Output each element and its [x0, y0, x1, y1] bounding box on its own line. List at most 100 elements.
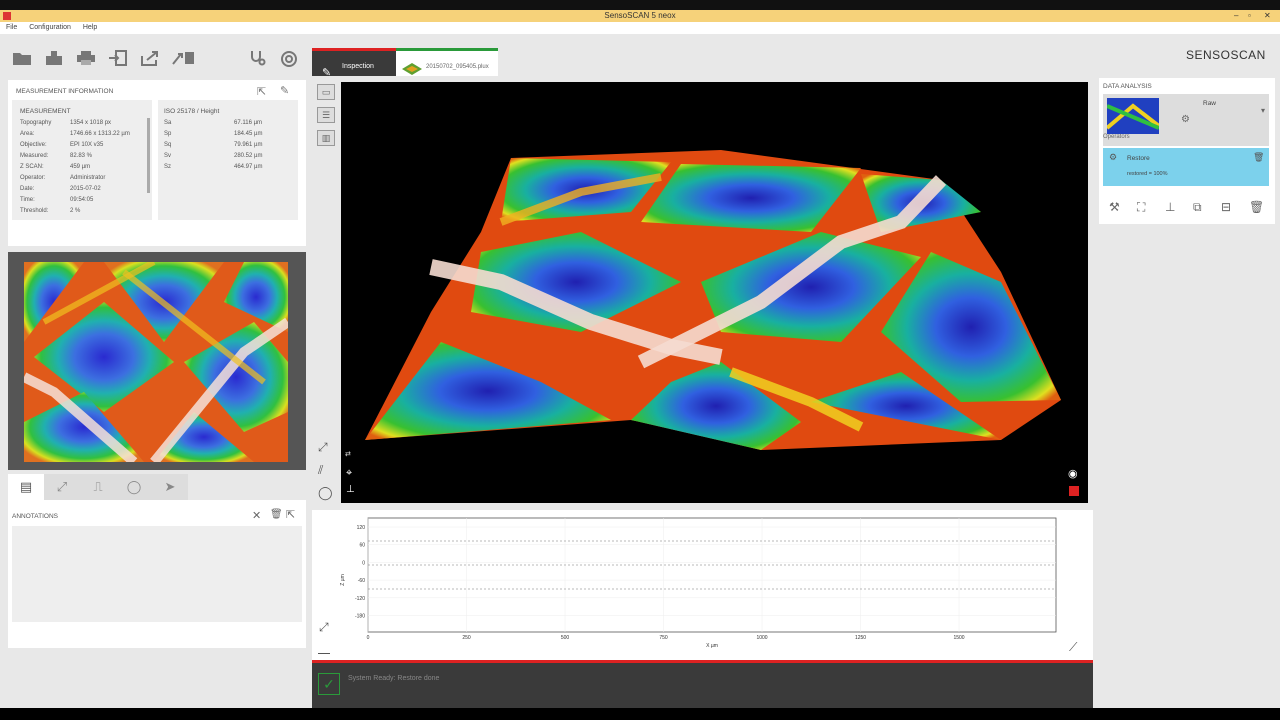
palette-icon[interactable]: ◉ — [1068, 467, 1078, 480]
annotations-title: ANNOTATIONS — [12, 513, 58, 520]
iso-row: Sv 280.52 µm — [164, 153, 263, 159]
crosshair-icon[interactable]: ⌖ — [346, 467, 352, 480]
mi-row: Measured: 82.83 % — [20, 153, 93, 159]
topography-2d-preview[interactable] — [24, 262, 288, 462]
profile-x-tick: 750 — [659, 635, 668, 641]
profile-x-tick: 500 — [561, 635, 570, 641]
profile-x-tick: 1250 — [855, 635, 866, 641]
menu-file[interactable]: File — [6, 24, 17, 31]
copy-layer-icon[interactable]: ⧉ — [1193, 200, 1202, 215]
mi-row: Time: 09:54:05 — [20, 197, 94, 203]
topography-preview-frame — [8, 252, 306, 470]
profile-y-tick: -60 — [358, 578, 365, 584]
restore-detail: restored = 100% — [1127, 171, 1168, 177]
iso-row: Sq 79.961 µm — [164, 142, 263, 148]
archive-icon[interactable]: ⊟ — [1221, 200, 1231, 214]
menu-configuration[interactable]: Configuration — [29, 24, 71, 31]
single-view-button[interactable]: ▭ — [317, 84, 335, 100]
restore-operator[interactable]: ⚙ Restore 🗑 restored = 100% — [1103, 148, 1269, 186]
profile-y-tick: 0 — [362, 560, 365, 566]
profile-tab-icon[interactable]: ⎍ — [80, 474, 116, 500]
measurement-info-title: MEASUREMENT INFORMATION — [16, 88, 114, 95]
stethoscope-icon[interactable] — [246, 50, 268, 68]
save-icon[interactable] — [43, 50, 65, 68]
raw-dataset-card[interactable]: Raw ⚙ ▾ Operators — [1103, 94, 1269, 146]
close-icon[interactable]: ✕ — [1264, 10, 1271, 22]
measurement-table: MEASUREMENT Topography 1354 x 1018 px Are… — [12, 100, 152, 220]
topography-3d-surface — [365, 150, 1061, 450]
axes-icon[interactable]: ⊥ — [346, 484, 355, 495]
split-view-button[interactable]: ☰ — [317, 107, 335, 123]
iso-row: Sz 464.97 µm — [164, 164, 263, 170]
annotations-panel: ANNOTATIONS ✕ 🗑 ⇱ — [8, 500, 306, 648]
raw-thumbnail — [1107, 98, 1159, 134]
circle-tool-icon[interactable]: ◯ — [318, 485, 333, 501]
data-analysis-panel: DATA ANALYSIS Raw ⚙ ▾ Operators ⚙ Restor… — [1099, 78, 1275, 224]
measure-distance-tab-icon[interactable]: ⤢ — [44, 474, 80, 500]
delete-restore-icon[interactable]: 🗑 — [1253, 152, 1264, 163]
tab-file[interactable]: 20150702_095405.plux — [396, 48, 498, 76]
profile-x-label: X µm — [706, 643, 718, 649]
window-titlebar: SensoSCAN 5 neox – ▫ ✕ — [0, 10, 1280, 22]
export-info-icon[interactable]: ⇱ — [257, 85, 266, 98]
minimize-icon[interactable]: – — [1234, 10, 1238, 22]
view-3d-2d-toggle-icon[interactable]: ⇄ — [345, 450, 351, 458]
mi-row: Threshold: 2 % — [20, 208, 81, 214]
delete-annotation-icon[interactable]: 🗑 — [270, 509, 283, 520]
clear-annotations-icon[interactable]: ✕ — [252, 509, 261, 522]
level-icon[interactable]: ⊥ — [1165, 200, 1175, 214]
menu-bar: File Configuration Help — [0, 22, 1280, 34]
profile-x-tick: 250 — [462, 635, 471, 641]
check-icon: ✓ — [318, 673, 340, 695]
profile-y-tick: -120 — [355, 596, 365, 602]
profile-chart[interactable]: Z µm X µm 120 60 0 -60 -120 -180 0 250 500 750 10… — [312, 510, 1093, 660]
measurement-section-title: MEASUREMENT — [20, 108, 71, 115]
lifebuoy-icon[interactable] — [278, 50, 300, 68]
crop-icon[interactable]: ⛶ — [1137, 200, 1145, 215]
folder-icon[interactable] — [11, 50, 33, 68]
restore-icon: ⚙ — [1109, 152, 1118, 162]
measure-distance-icon[interactable]: ⤢ — [318, 440, 328, 455]
import-icon[interactable] — [107, 50, 129, 68]
restore-label: Restore — [1127, 155, 1150, 162]
annotations-list[interactable] — [12, 526, 302, 622]
iso-title: ISO 25178 / Height — [164, 108, 220, 115]
profile-panel: ⤢ ⎽ ⟋ Z µm X µm 120 60 0 -60 -120 -180 0 250 50… — [312, 510, 1093, 660]
profile-y-tick: -180 — [355, 614, 365, 620]
iso-table: ISO 25178 / Height Sa 67.116 µm Sp 184.45 … — [158, 100, 298, 220]
signal-level-icon — [1069, 486, 1079, 496]
maximize-icon[interactable]: ▫ — [1248, 10, 1251, 22]
operators-label: Operators — [1103, 134, 1130, 140]
mi-scrollbar[interactable] — [147, 118, 150, 193]
data-analysis-title: DATA ANALYSIS — [1103, 83, 1152, 90]
histogram-button[interactable]: ▥ — [317, 130, 335, 146]
data-analysis-tools: ⚒ ⛶ ⊥ ⧉ ⊟ 🗑 — [1107, 200, 1271, 218]
mi-row: Area: 1746.66 x 1313.22 µm — [20, 131, 130, 137]
profile-x-tick: 0 — [367, 635, 370, 641]
os-top-edge — [0, 0, 1280, 10]
topography-3d-canvas[interactable]: ⇄ ⌖ ⊥ ◉ — [341, 82, 1088, 503]
trash-icon[interactable]: 🗑 — [1249, 200, 1264, 214]
toolbox-icon[interactable]: ⚒ — [1109, 200, 1120, 214]
iso-row: Sp 184.45 µm — [164, 131, 263, 137]
edit-info-icon[interactable]: ✎ — [280, 84, 289, 97]
info-tab-icon[interactable]: ▤ — [8, 474, 44, 500]
tool-tabs: ▤ ⤢ ⎍ ◯ ➤ — [8, 474, 306, 500]
circle-tab-icon[interactable]: ◯ — [116, 474, 152, 500]
chevron-down-icon[interactable]: ▾ — [1261, 106, 1265, 115]
parallel-lines-icon[interactable]: ⫽ — [318, 463, 323, 478]
export-annotations-icon[interactable]: ⇱ — [286, 508, 295, 521]
menu-help[interactable]: Help — [83, 24, 97, 31]
status-bar: ✓ System Ready: Restore done — [312, 660, 1093, 708]
batch-icon[interactable] — [172, 50, 194, 68]
profile-x-tick: 1000 — [756, 635, 767, 641]
mi-row: Objective: EPI 10X v35 — [20, 142, 104, 148]
export-icon[interactable] — [139, 50, 161, 68]
sensoscan-logo: SENSOSCAN — [1186, 48, 1266, 62]
gear-icon[interactable]: ⚙ — [1181, 114, 1190, 125]
tab-inspection[interactable]: ✎ Inspection — [312, 48, 396, 79]
raw-label: Raw — [1203, 100, 1217, 107]
pointer-tab-icon[interactable]: ➤ — [152, 474, 188, 500]
print-icon[interactable] — [75, 50, 97, 68]
status-text: System Ready: Restore done — [348, 675, 440, 682]
